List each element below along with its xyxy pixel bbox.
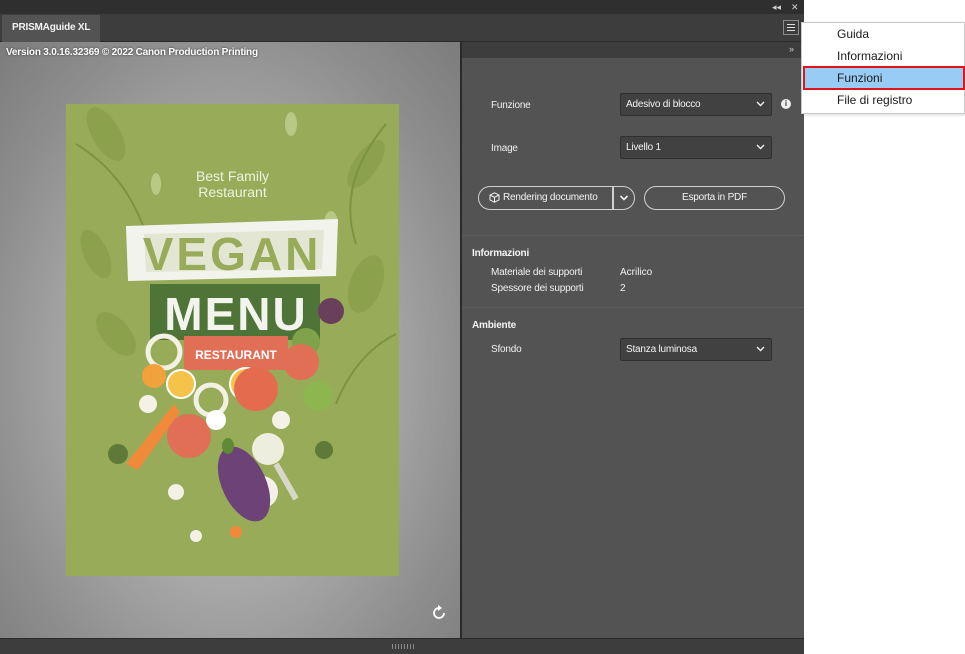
funzione-select[interactable]: Adesivo di blocco [620,93,772,116]
refresh-icon[interactable] [430,604,448,622]
render-document-button[interactable]: Rendering documento [478,186,613,210]
chevron-down-icon [756,101,765,107]
image-label: Image [491,143,518,154]
cube-icon [489,192,500,203]
thickness-label: Spessore dei supporti [491,283,584,294]
tab-prismaguide-xl[interactable]: PRISMAguide XL [2,15,101,42]
horizontal-scrollbar[interactable] [0,638,804,654]
sfondo-label: Sfondo [491,344,522,355]
section-divider [462,307,804,308]
poster-ribbon-text: RESTAURANT [195,348,277,362]
chevron-down-icon [756,346,765,352]
poster-subtitle: Best Family Restaurant [195,168,270,200]
menu-item-guida[interactable]: Guida [804,23,964,45]
collapse-panel-icon[interactable]: ◂◂ [772,2,781,12]
ambiente-section-title: Ambiente [472,320,516,331]
sfondo-select[interactable]: Stanza luminosa [620,338,772,361]
document-preview[interactable]: Version 3.0.16.32369 © 2022 Canon Produc… [0,42,460,638]
funzione-label: Funzione [491,100,531,111]
export-pdf-button[interactable]: Esporta in PDF [644,186,785,210]
section-divider [462,235,804,236]
material-label: Materiale dei supporti [491,267,583,278]
chevron-down-icon [756,144,765,150]
scrollbar-grip[interactable] [392,644,414,649]
close-panel-icon[interactable]: ✕ [791,2,799,12]
menu-item-funzioni[interactable]: Funzioni [803,66,965,90]
menu-item-informazioni[interactable]: Informazioni [804,45,964,67]
chevron-down-icon [619,195,629,201]
properties-panel: » Funzione Adesivo di blocco i Image Liv… [462,42,804,638]
poster-image: VEGAN MENU RESTAURANT Best Family Restau… [66,104,399,576]
image-select[interactable]: Livello 1 [620,136,772,159]
poster-word-vegan: VEGAN [143,228,322,280]
render-options-dropdown[interactable] [613,186,635,210]
tab-bar: PRISMAguide XL [0,14,804,42]
panel-menu-icon[interactable] [783,20,799,35]
prismaguide-panel: ◂◂ ✕ PRISMAguide XL Version 3.0.16.32369… [0,0,804,654]
menu-item-file-di-registro[interactable]: File di registro [804,89,964,111]
version-text: Version 3.0.16.32369 © 2022 Canon Produc… [6,47,258,58]
info-icon[interactable]: i [781,99,791,109]
poster-word-menu: MENU [164,288,307,340]
panel-title-bar: ◂◂ ✕ [0,0,804,14]
expand-icon[interactable]: » [789,44,794,54]
material-value: Acrilico [620,267,653,278]
properties-header: » [462,42,804,58]
info-section-title: Informazioni [472,248,530,259]
panel-menu: Guida Informazioni Funzioni File di regi… [801,22,965,114]
thickness-value: 2 [620,283,626,294]
